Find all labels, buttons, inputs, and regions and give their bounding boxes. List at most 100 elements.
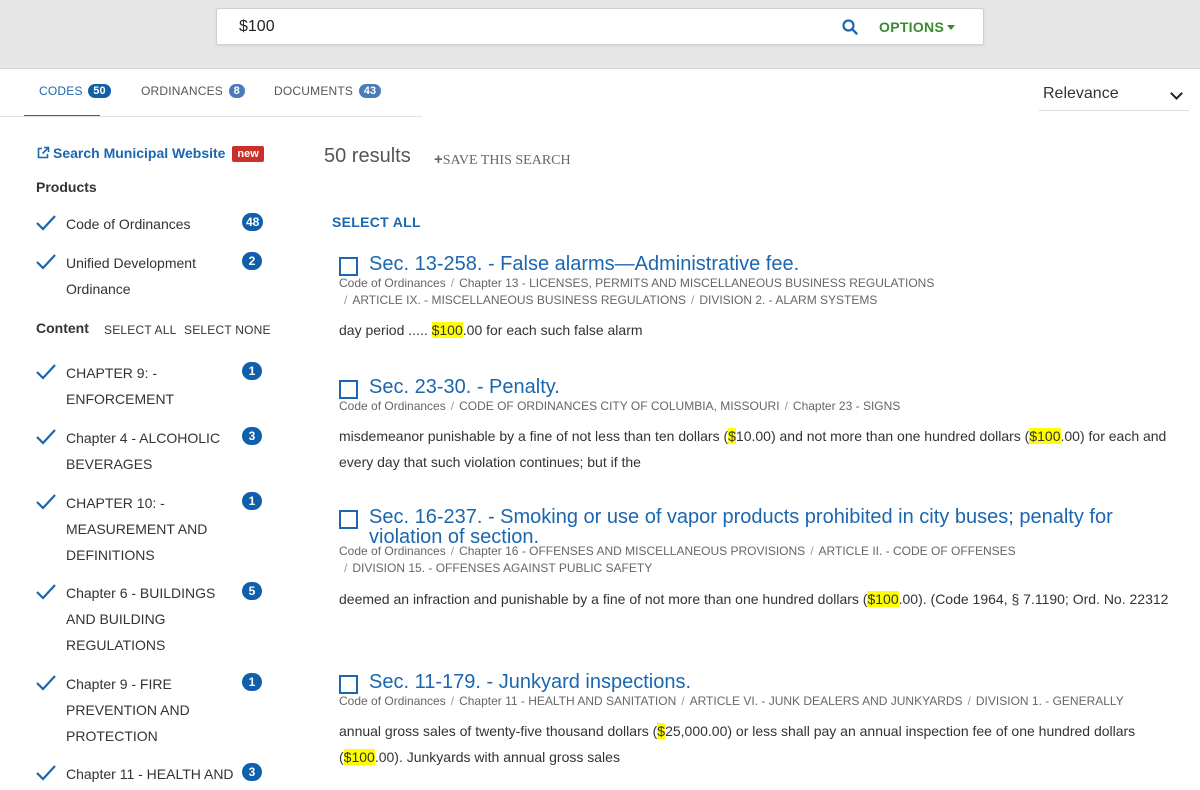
breadcrumb-line: Code of Ordinances / Chapter 11 - HEALTH A… xyxy=(339,693,1159,710)
breadcrumb-line: / DIVISION 15. - OFFENSES AGAINST PUBLIC … xyxy=(339,560,1159,577)
snippet-text: .00). (Code 1964, § 7.1190; Ord. No. 223… xyxy=(898,591,1169,607)
result-item: Sec. 23-30. - Penalty. Code of Ordinance… xyxy=(339,377,1179,487)
facet-label: Chapter 11 - HEALTH AND xyxy=(66,766,234,782)
search-highlight: $100 xyxy=(867,591,899,607)
search-input[interactable] xyxy=(239,17,799,37)
snippet-text: day period ..... xyxy=(339,322,432,338)
facet-label: Chapter 4 - ALCOHOLIC BEVERAGES xyxy=(66,430,221,472)
checkmark-icon xyxy=(36,215,56,231)
content-select-none-link[interactable]: SELECT NONE xyxy=(184,323,271,337)
breadcrumb-line: Code of Ordinances / CODE OF ORDINANCES CI… xyxy=(339,398,1159,415)
breadcrumb-item[interactable]: DIVISION 15. - OFFENSES AGAINST PUBLIC S… xyxy=(352,561,652,575)
tab-label: DOCUMENTS xyxy=(274,84,354,98)
search-highlight: $ xyxy=(728,428,736,444)
breadcrumb-item[interactable]: CODE OF ORDINANCES CITY OF COLUMBIA, MIS… xyxy=(459,399,779,413)
save-search-label: SAVE THIS SEARCH xyxy=(442,153,571,168)
tab-codes[interactable]: CODES 50 xyxy=(24,69,111,117)
breadcrumb-separator: / xyxy=(450,694,455,708)
breadcrumb-line: Code of Ordinances / Chapter 13 - LICENSES… xyxy=(339,275,949,292)
result-item: Sec. 16-237. - Smoking or use of vapor p… xyxy=(339,507,1179,647)
breadcrumb: Code of Ordinances / Chapter 11 - HEALTH A… xyxy=(339,693,1159,710)
facet-count-badge: 5 xyxy=(242,582,262,600)
search-box: OPTIONS xyxy=(216,8,984,45)
checkmark-icon xyxy=(36,429,56,445)
snippet-text: .00). Junkyards with annual gross sales xyxy=(374,749,620,765)
result-snippet: deemed an infraction and punishable by a… xyxy=(339,586,1169,612)
tab-count-badge: 50 xyxy=(88,84,111,98)
options-dropdown-button[interactable]: OPTIONS xyxy=(879,19,956,35)
save-search-button[interactable]: +SAVE THIS SEARCH xyxy=(434,151,571,169)
breadcrumb-item[interactable]: Code of Ordinances xyxy=(339,399,446,413)
facet-label: Code of Ordinances xyxy=(66,216,191,232)
search-highlight: $100 xyxy=(431,322,463,338)
search-icon[interactable] xyxy=(841,18,859,36)
sort-value: Relevance xyxy=(1043,85,1119,102)
tab-count-badge: 43 xyxy=(358,84,382,98)
checkmark-icon xyxy=(36,364,56,380)
breadcrumb-item[interactable]: Code of Ordinances xyxy=(339,544,446,558)
checkmark-icon xyxy=(36,765,56,781)
checkmark-icon xyxy=(36,254,56,270)
breadcrumb-item[interactable]: ARTICLE II. - CODE OF OFFENSES xyxy=(819,544,1016,558)
facet-label: Unified Development Ordinance xyxy=(66,255,196,297)
external-link-icon xyxy=(37,146,50,159)
results-select-all-link[interactable]: SELECT ALL xyxy=(332,214,421,230)
result-title-link[interactable]: Sec. 23-30. - Penalty. xyxy=(369,377,1139,397)
result-checkbox[interactable] xyxy=(339,675,358,694)
breadcrumb-item[interactable]: Code of Ordinances xyxy=(339,276,446,290)
breadcrumb-item[interactable]: Chapter 11 - HEALTH AND SANITATION xyxy=(459,694,676,708)
result-snippet: day period ..... $100.00 for each such f… xyxy=(339,317,1169,343)
facet-count-badge: 2 xyxy=(242,252,262,270)
breadcrumb-separator: / xyxy=(344,293,348,307)
breadcrumb-item[interactable]: Chapter 23 - SIGNS xyxy=(793,399,900,413)
tab-documents[interactable]: DOCUMENTS 43 xyxy=(274,69,382,117)
search-highlight: $100 xyxy=(1029,428,1061,444)
breadcrumb: Code of Ordinances / Chapter 13 - LICENSES… xyxy=(339,275,949,309)
result-snippet: annual gross sales of twenty-five thousa… xyxy=(339,718,1169,770)
tab-label: CODES xyxy=(39,84,83,98)
breadcrumb-item[interactable]: ARTICLE VI. - JUNK DEALERS AND JUNKYARDS xyxy=(690,694,963,708)
breadcrumb-item[interactable]: Chapter 13 - LICENSES, PERMITS AND MISCE… xyxy=(459,276,934,290)
filters-sidebar: Search Municipal Website new Products Co… xyxy=(0,117,290,790)
facet-count-badge: 1 xyxy=(242,673,262,691)
facet-count-badge: 1 xyxy=(242,362,262,380)
breadcrumb-separator: / xyxy=(967,694,971,708)
tab-ordinances[interactable]: ORDINANCES 8 xyxy=(141,69,245,117)
content-heading: Content xyxy=(36,320,89,336)
result-checkbox[interactable] xyxy=(339,257,358,276)
result-checkbox[interactable] xyxy=(339,510,358,529)
breadcrumb-line: Code of Ordinances / Chapter 16 - OFFENSES… xyxy=(339,543,1159,560)
content-select-all-link[interactable]: SELECT ALL xyxy=(104,323,177,337)
search-highlight: $100 xyxy=(343,749,375,765)
facet-count-badge: 48 xyxy=(242,213,264,231)
breadcrumb-line: / ARTICLE IX. - MISCELLANEOUS BUSINESS RE… xyxy=(339,292,949,309)
plus-icon: + xyxy=(434,151,443,168)
snippet-text: .00 for each such false alarm xyxy=(462,322,643,338)
result-snippet: misdemeanor punishable by a fine of not … xyxy=(339,423,1169,475)
results-count: 50 results xyxy=(324,145,411,167)
checkmark-icon xyxy=(36,494,56,510)
result-item: Sec. 13-258. - False alarms—Administrati… xyxy=(339,254,1179,364)
result-checkbox[interactable] xyxy=(339,380,358,399)
breadcrumb-item[interactable]: Chapter 16 - OFFENSES AND MISCELLANEOUS … xyxy=(459,544,805,558)
facet-count-badge: 1 xyxy=(242,492,262,510)
breadcrumb-item[interactable]: ARTICLE IX. - MISCELLANEOUS BUSINESS REG… xyxy=(352,293,686,307)
snippet-text: deemed an infraction and punishable by a… xyxy=(339,591,868,607)
breadcrumb-item[interactable]: Code of Ordinances xyxy=(339,694,446,708)
caret-down-icon xyxy=(947,25,956,30)
facet-label: CHAPTER 10: - MEASUREMENT AND DEFINITION… xyxy=(66,495,208,563)
facet-label: Chapter 9 - FIRE PREVENTION AND PROTECTI… xyxy=(66,676,190,744)
result-title-link[interactable]: Sec. 11-179. - Junkyard inspections. xyxy=(369,672,1139,692)
facet-label: CHAPTER 9: - ENFORCEMENT xyxy=(66,365,175,407)
new-badge: new xyxy=(232,146,264,162)
result-title-link[interactable]: Sec. 13-258. - False alarms—Administrati… xyxy=(369,254,1139,274)
breadcrumb-separator: / xyxy=(784,399,788,413)
breadcrumb-item[interactable]: DIVISION 1. - GENERALLY xyxy=(976,694,1124,708)
breadcrumb-item[interactable]: DIVISION 2. - ALARM SYSTEMS xyxy=(699,293,877,307)
search-municipal-website-link[interactable]: Search Municipal Website new xyxy=(36,145,264,162)
breadcrumb: Code of Ordinances / Chapter 16 - OFFENSES… xyxy=(339,543,1159,577)
result-title-link[interactable]: Sec. 16-237. - Smoking or use of vapor p… xyxy=(369,507,1139,547)
breadcrumb-separator: / xyxy=(450,544,455,558)
sort-select[interactable]: Relevance xyxy=(1039,75,1189,111)
breadcrumb: Code of Ordinances / CODE OF ORDINANCES CI… xyxy=(339,398,1159,415)
